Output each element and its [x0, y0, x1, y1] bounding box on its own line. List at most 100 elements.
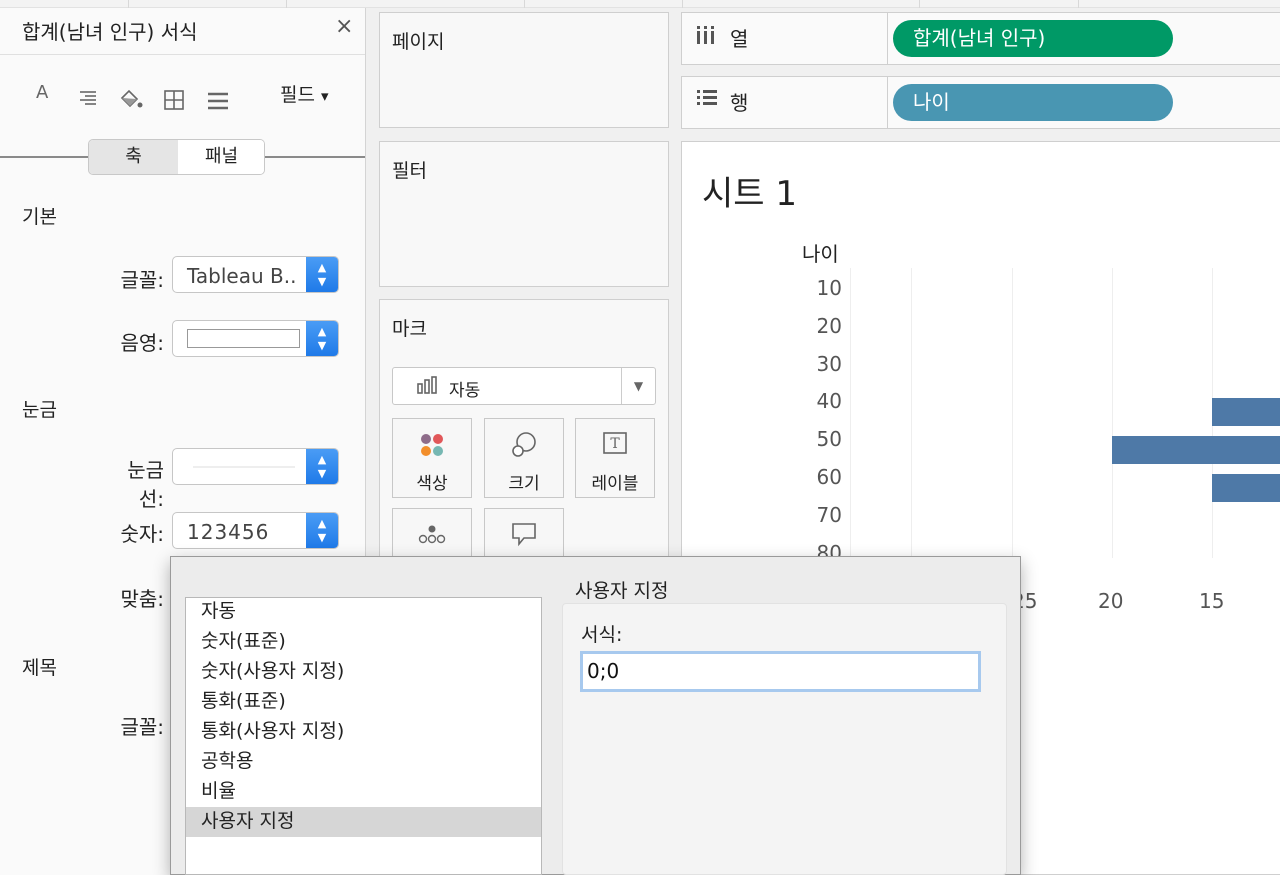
filters-card-title: 필터 [392, 160, 427, 182]
numbers-label: 숫자: [120, 522, 164, 546]
color-dots-icon [393, 431, 471, 465]
shading-label: 음영: [120, 331, 164, 355]
font-select[interactable]: Tableau B.. ▲ ▼ [172, 256, 339, 293]
top-strip [0, 0, 1280, 8]
section-title: 제목 [22, 657, 57, 679]
shading-icon[interactable] [118, 88, 144, 115]
chevron-down-icon: ▼ [621, 368, 655, 404]
close-icon[interactable]: × [335, 14, 353, 39]
size-button[interactable]: 크기 [484, 418, 564, 498]
format-type-item[interactable]: 통화(사용자 지정) [186, 717, 541, 747]
color-button[interactable]: 색상 [392, 418, 472, 498]
borders-icon[interactable] [164, 90, 184, 115]
y-tick-label: 40 [816, 389, 842, 414]
font-label: 글꼴: [120, 268, 164, 292]
stepper-arrows-icon: ▲ ▼ [306, 513, 338, 548]
format-type-item[interactable]: 자동 [186, 598, 541, 627]
bar-age-40[interactable] [1212, 398, 1280, 427]
gridline-label: 눈금선: [127, 458, 164, 511]
tab-pane[interactable]: 패널 [178, 140, 264, 174]
title-font-label: 글꼴: [120, 715, 164, 739]
sheet-title: 시트 1 [702, 174, 797, 214]
y-tick-label: 60 [816, 465, 842, 489]
divider [887, 13, 888, 64]
numbers-value: 123456 [187, 520, 270, 544]
section-basic: 기본 [22, 206, 57, 228]
filters-card[interactable]: 필터 [379, 141, 669, 287]
mark-type-value: 자동 [449, 381, 481, 401]
color-label: 색상 [416, 474, 448, 494]
gridline-select[interactable]: ▲ ▼ [172, 448, 339, 485]
shading-swatch [187, 329, 300, 348]
y-tick-label: 10 [816, 276, 842, 300]
format-type-item[interactable]: 숫자(표준) [186, 627, 541, 657]
y-tick-label: 30 [816, 351, 842, 376]
columns-pill[interactable]: 합계(남녀 인구) [893, 20, 1173, 57]
shading-select[interactable]: ▲ ▼ [172, 320, 339, 357]
gridline-preview [193, 466, 295, 468]
y-axis-header: 나이 [802, 242, 839, 266]
y-tick-label: 50 [816, 427, 842, 452]
svg-text:T: T [610, 436, 620, 452]
marks-card-title: 마크 [392, 318, 427, 340]
rows-pill[interactable]: 나이 [893, 84, 1173, 121]
rows-label: 행 [730, 91, 749, 115]
section-ticks: 눈금 [22, 399, 57, 421]
tooltip-bubble-icon [485, 521, 563, 553]
stepper-arrows-icon: ▲ ▼ [306, 257, 338, 292]
format-type-item[interactable]: 비율 [186, 777, 541, 807]
axis-pane-segmented: 축 패널 [88, 139, 265, 175]
size-circles-icon [485, 431, 563, 465]
columns-label: 열 [730, 27, 749, 51]
field-dropdown-button[interactable]: 필드 ▾ [280, 80, 329, 107]
format-type-item[interactable]: 공학용 [186, 747, 541, 777]
custom-format-panel [562, 603, 1007, 875]
gridline [911, 268, 912, 558]
detail-button[interactable] [392, 508, 472, 558]
align-label: 맞춤: [120, 587, 164, 611]
format-type-item[interactable]: 통화(표준) [186, 687, 541, 717]
columns-icon [696, 25, 716, 50]
lines-icon[interactable] [207, 92, 229, 115]
pages-card[interactable]: 페이지 [379, 12, 669, 128]
stepper-arrows-icon: ▲ ▼ [306, 449, 338, 484]
rows-icon [696, 89, 718, 112]
label-t-icon: T [576, 431, 654, 461]
font-value: Tableau B.. [187, 264, 297, 288]
y-tick-label: 20 [816, 313, 842, 338]
rows-shelf[interactable]: 행 나이 [681, 76, 1280, 129]
gridline [1112, 268, 1113, 558]
font-icon[interactable]: A [36, 82, 48, 103]
size-label: 크기 [508, 474, 540, 494]
tab-axis[interactable]: 축 [89, 140, 178, 174]
bar-chart-icon [417, 376, 439, 399]
gridline [1012, 268, 1013, 558]
align-icon[interactable] [78, 90, 98, 113]
format-type-item[interactable]: 사용자 지정 [186, 807, 541, 837]
axis-line [850, 268, 851, 558]
custom-section-title: 사용자 지정 [575, 580, 669, 602]
format-type-item[interactable]: 숫자(사용자 지정) [186, 657, 541, 687]
label-label: 레이블 [591, 474, 639, 494]
format-pane-title: 합계(남녀 인구) 서식 [22, 20, 198, 44]
stepper-arrows-icon: ▲ ▼ [306, 321, 338, 356]
y-tick-label: 70 [816, 502, 842, 527]
chevron-down-icon: ▾ [321, 87, 329, 105]
x-tick-label: 20 [1098, 589, 1124, 613]
x-tick-label: 15 [1199, 589, 1225, 613]
format-input[interactable]: 0;0 [580, 651, 981, 692]
divider [887, 77, 888, 128]
numbers-select[interactable]: 123456 ▲ ▼ [172, 512, 339, 549]
tooltip-button[interactable] [484, 508, 564, 558]
mark-type-dropdown[interactable]: 자동 ▼ [392, 367, 656, 405]
pages-card-title: 페이지 [392, 31, 445, 53]
label-button[interactable]: T 레이블 [575, 418, 655, 498]
divider [0, 54, 365, 55]
bar-age-50[interactable] [1111, 436, 1280, 465]
format-label: 서식: [581, 624, 623, 646]
field-label: 필드 [280, 84, 315, 106]
columns-shelf[interactable]: 열 합계(남녀 인구) [681, 12, 1280, 65]
format-type-list[interactable]: 자동 숫자(표준) 숫자(사용자 지정) 통화(표준) 통화(사용자 지정) 공학용 비율 사… [185, 597, 542, 875]
detail-dots-icon [393, 521, 471, 551]
bar-age-60[interactable] [1212, 474, 1280, 502]
